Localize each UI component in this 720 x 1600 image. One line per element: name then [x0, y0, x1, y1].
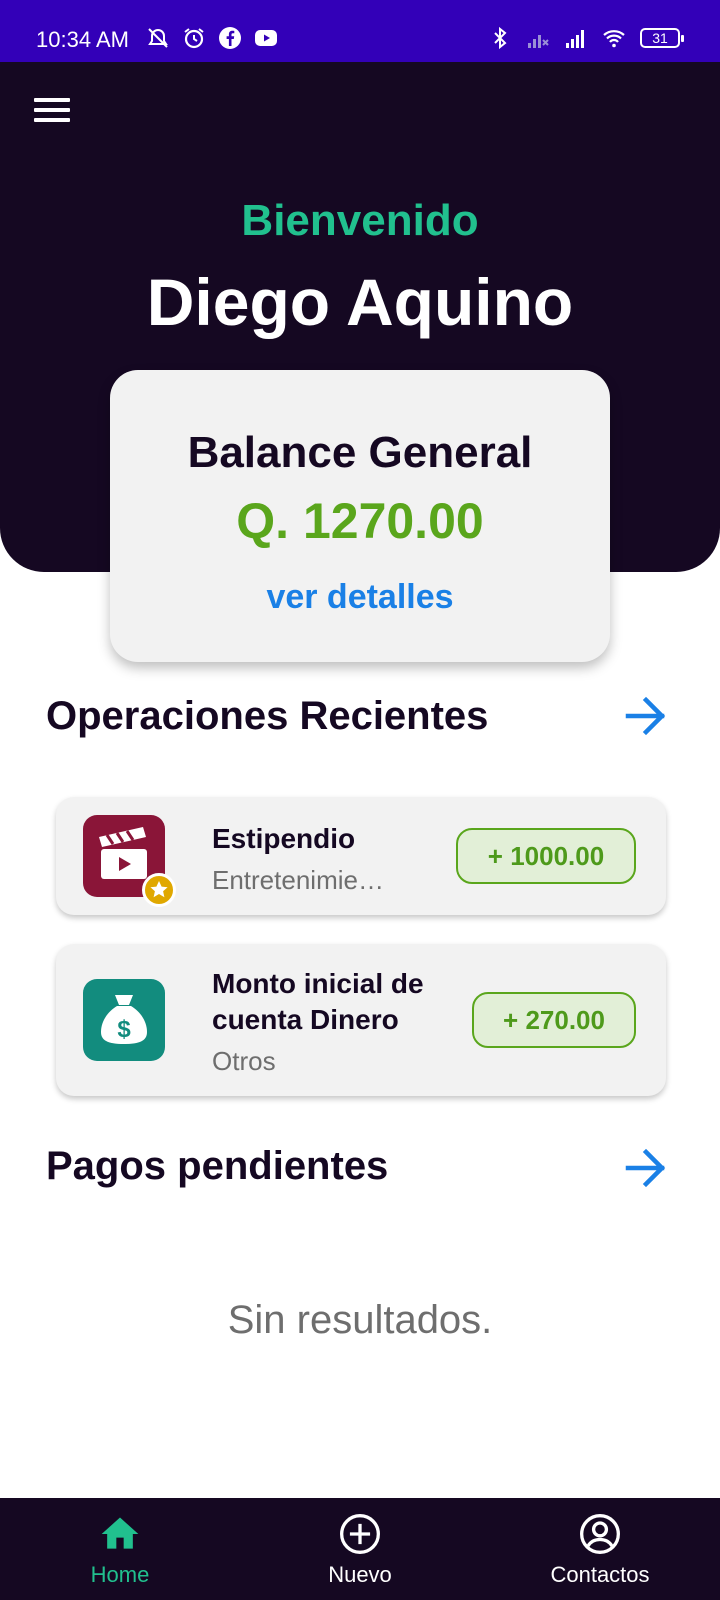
battery-icon: 31 [640, 28, 684, 48]
operation-category: Entretenimie… [212, 865, 384, 895]
user-name: Diego Aquino [146, 265, 574, 339]
money-bag-icon: $ [83, 979, 165, 1061]
home-icon [101, 1517, 139, 1549]
svg-text:$: $ [117, 1016, 131, 1043]
youtube-icon [255, 30, 277, 46]
nav-new[interactable]: Nuevo [240, 1498, 480, 1600]
bluetooth-icon [494, 26, 507, 50]
operation-amount-badge: + 270.00 [472, 992, 636, 1048]
battery-level: 31 [652, 30, 668, 46]
nav-home[interactable]: Home [0, 1498, 240, 1600]
balance-title: Balance General [187, 428, 533, 477]
star-icon [142, 873, 176, 907]
signal-icon [566, 30, 584, 48]
status-icons-left [146, 26, 278, 50]
empty-state-text: Sin resultados. [227, 1298, 493, 1342]
wifi-icon [603, 30, 625, 48]
details-link[interactable]: ver detalles [110, 578, 610, 617]
operation-title: Monto inicial de cuenta Dinero [212, 968, 424, 1035]
nav-contacts-label: Contactos [550, 1562, 650, 1587]
status-bar: 10:34 AM 31 [0, 0, 720, 62]
nav-contacts[interactable]: Contactos [480, 1498, 720, 1600]
signal-no-service-icon [528, 35, 549, 48]
hamburger-menu-icon[interactable] [34, 98, 70, 126]
bottom-nav: Home Nuevo Contactos [0, 1498, 720, 1600]
facebook-icon [219, 27, 241, 49]
alarm-icon [184, 28, 204, 49]
status-time: 10:34 AM [36, 27, 129, 52]
operation-title: Estipendio [212, 823, 356, 854]
balance-amount: Q. 1270.00 [236, 493, 484, 549]
account-circle-icon [580, 1514, 620, 1554]
operation-card[interactable]: $ Monto inicial de cuenta Dinero Otros +… [56, 944, 666, 1096]
operation-category: Otros [212, 1046, 276, 1076]
balance-card: Balance General Q. 1270.00 ver detalles [110, 370, 610, 662]
arrow-right-icon[interactable] [624, 1146, 668, 1190]
nav-new-label: Nuevo [328, 1562, 392, 1587]
arrow-right-icon[interactable] [624, 694, 668, 738]
welcome-text: Bienvenido [241, 196, 479, 245]
operation-amount-badge: + 1000.00 [456, 828, 636, 884]
add-circle-icon [340, 1514, 380, 1554]
nav-home-label: Home [90, 1562, 150, 1587]
recent-operations-title: Operaciones Recientes [46, 694, 489, 738]
operation-card[interactable]: Estipendio Entretenimie… + 1000.00 [56, 797, 666, 915]
alarm-off-icon [148, 28, 168, 48]
pending-payments-title: Pagos pendientes [46, 1144, 389, 1188]
status-icons-right: 31 [488, 26, 684, 50]
